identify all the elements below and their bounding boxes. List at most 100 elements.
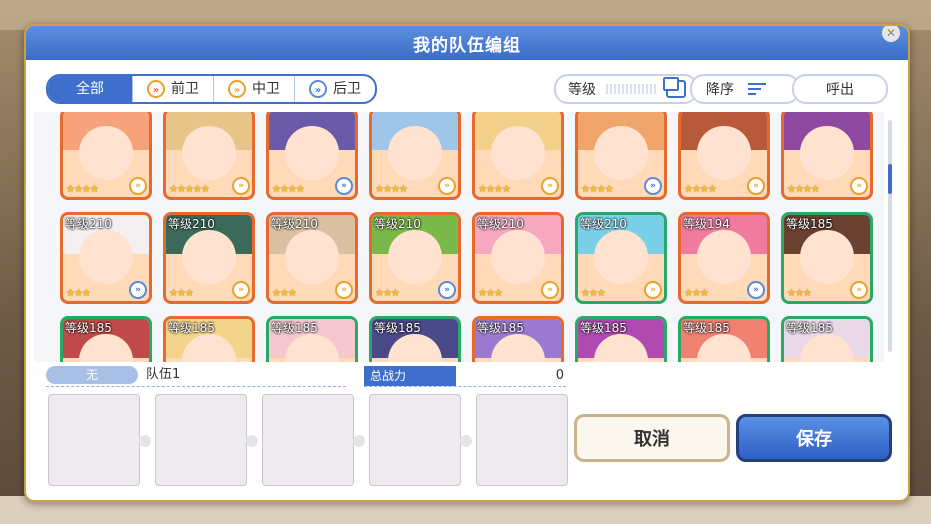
front-role-icon: »	[147, 80, 165, 98]
character-card[interactable]: 等级185»	[266, 316, 358, 362]
character-stars: ★★★★	[272, 184, 305, 195]
sort-switch-icon	[663, 77, 686, 98]
character-level: 等级210	[477, 217, 524, 231]
middle-role-icon: »	[228, 80, 246, 98]
tab-front-label: 前卫	[171, 81, 199, 97]
team-slot[interactable]	[262, 394, 365, 486]
team-slot[interactable]	[48, 394, 151, 486]
character-stars: ★★★	[66, 288, 91, 299]
character-stars: ★★★★	[66, 184, 99, 195]
role-badge-icon: »	[335, 281, 353, 299]
character-face	[491, 230, 545, 284]
character-card[interactable]: 等级185»	[781, 316, 873, 362]
character-stars: ★★★★	[684, 184, 717, 195]
character-face	[388, 126, 442, 180]
character-stars: ★★★	[684, 288, 709, 299]
team-badge[interactable]: 无	[46, 366, 138, 384]
character-card[interactable]: 等级185»	[163, 316, 255, 362]
character-face	[182, 230, 236, 284]
list-scrollbar[interactable]	[888, 120, 892, 352]
character-card[interactable]: 等级210 ★★★ »	[60, 212, 152, 304]
character-card[interactable]: 等级185»	[472, 316, 564, 362]
slot-divider-icon	[246, 435, 258, 447]
close-icon[interactable]: ✕	[882, 26, 900, 42]
tab-front[interactable]: » 前卫	[132, 76, 213, 102]
scrollbar-thumb[interactable]	[888, 164, 892, 194]
character-card[interactable]: 等级185»	[60, 316, 152, 362]
character-level: 等级210	[580, 217, 627, 231]
character-card[interactable]: ★★★★ »	[60, 112, 152, 200]
character-face	[800, 230, 854, 284]
character-stars: ★★★	[478, 288, 503, 299]
character-card[interactable]: 等级185»	[678, 316, 770, 362]
team-slot[interactable]	[476, 394, 568, 486]
character-face	[697, 126, 751, 180]
team-edit-dialog: 我的队伍编组 ✕ 全部 » 前卫 » 中卫 » 后卫 等级 降序 呼出 ★★★★…	[24, 24, 910, 502]
character-face	[285, 126, 339, 180]
slot-divider-icon	[353, 435, 365, 447]
sort-order-label: 降序	[706, 82, 734, 98]
role-badge-icon: »	[644, 281, 662, 299]
tab-back[interactable]: » 后卫	[294, 76, 375, 102]
character-card[interactable]: 等级210 ★★★ »	[266, 212, 358, 304]
call-out-button[interactable]: 呼出	[792, 74, 888, 104]
character-card[interactable]: 等级194 ★★★ »	[678, 212, 770, 304]
character-card[interactable]: ★★★★ »	[678, 112, 770, 200]
save-button[interactable]: 保存	[736, 414, 892, 462]
character-face	[79, 126, 133, 180]
character-card[interactable]: 等级210 ★★★ »	[163, 212, 255, 304]
team-name: 队伍1	[146, 367, 181, 382]
character-card[interactable]: 等级210 ★★★ »	[472, 212, 564, 304]
character-stars: ★★★	[581, 288, 606, 299]
character-card[interactable]: ★★★★ »	[369, 112, 461, 200]
character-stars: ★★★★	[787, 184, 820, 195]
tab-all-label: 全部	[76, 81, 104, 97]
team-slot[interactable]	[155, 394, 258, 486]
sort-by-button[interactable]: 等级	[554, 74, 698, 104]
dialog-title: 我的队伍编组	[413, 35, 521, 56]
character-face	[182, 126, 236, 180]
character-card[interactable]: ★★★★ »	[472, 112, 564, 200]
character-level: 等级185	[786, 217, 833, 231]
character-card[interactable]: ★★★★★ »	[163, 112, 255, 200]
character-card[interactable]: 等级185 ★★★ »	[781, 212, 873, 304]
character-level: 等级185	[168, 321, 215, 335]
character-level: 等级210	[374, 217, 421, 231]
character-card[interactable]: ★★★★ »	[575, 112, 667, 200]
character-stars: ★★★	[787, 288, 812, 299]
character-card[interactable]: 等级185»	[575, 316, 667, 362]
role-badge-icon: »	[541, 281, 559, 299]
character-list[interactable]: ★★★★» ★★★★★» ★★★★» ★★★★» ★★★★» ★★★★» ★★★★» ★★★★…	[34, 112, 884, 362]
character-stars: ★★★★★	[169, 184, 210, 195]
role-badge-icon: »	[232, 177, 250, 195]
slot-divider-icon	[139, 435, 151, 447]
character-level: 等级185	[786, 321, 833, 335]
character-grid: ★★★★» ★★★★★» ★★★★» ★★★★» ★★★★» ★★★★» ★★★★» ★★★★…	[60, 112, 873, 362]
character-card[interactable]: ★★★★ »	[266, 112, 358, 200]
cancel-label: 取消	[634, 429, 670, 450]
tab-middle[interactable]: » 中卫	[213, 76, 294, 102]
tab-all[interactable]: 全部	[48, 76, 132, 102]
role-badge-icon: »	[232, 281, 250, 299]
role-badge-icon: »	[129, 177, 147, 195]
role-badge-icon: »	[747, 281, 765, 299]
role-badge-icon: »	[541, 177, 559, 195]
back-role-icon: »	[309, 80, 327, 98]
sort-order-button[interactable]: 降序	[690, 74, 800, 104]
cancel-button[interactable]: 取消	[574, 414, 730, 462]
character-card[interactable]: 等级185»	[369, 316, 461, 362]
role-badge-icon: »	[747, 177, 765, 195]
character-level: 等级185	[477, 321, 524, 335]
team-slot[interactable]	[369, 394, 472, 486]
character-card[interactable]: 等级210 ★★★ »	[369, 212, 461, 304]
character-card[interactable]: 等级210 ★★★ »	[575, 212, 667, 304]
sort-fade	[606, 84, 656, 94]
team-slots	[48, 394, 568, 486]
character-stars: ★★★	[169, 288, 194, 299]
role-badge-icon: »	[850, 177, 868, 195]
sort-descending-icon	[748, 83, 766, 95]
character-card[interactable]: ★★★★ »	[781, 112, 873, 200]
character-face	[594, 230, 648, 284]
character-face	[79, 230, 133, 284]
team-power: 总战力 0	[364, 366, 566, 387]
